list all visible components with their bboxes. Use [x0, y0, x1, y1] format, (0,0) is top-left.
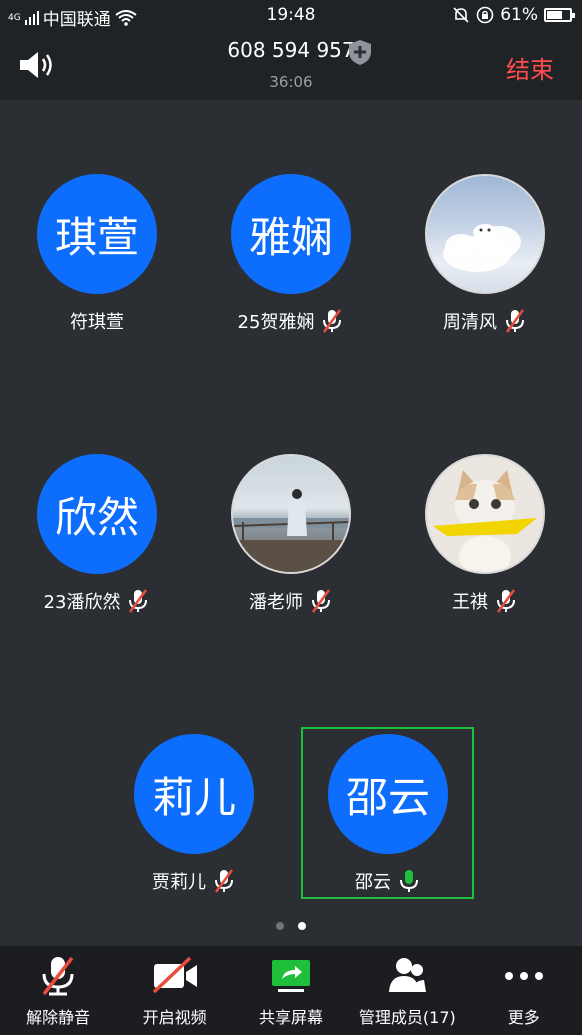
mic-muted-icon: [311, 589, 331, 613]
avatar-photo: [425, 174, 545, 294]
bottom-toolbar: 解除静音 开启视频 共享屏幕 管理成员(17) 更多: [0, 946, 582, 1035]
page-indicator[interactable]: [0, 922, 582, 930]
start-video-button[interactable]: 开启视频: [117, 946, 233, 1035]
video-off-icon: [152, 956, 197, 994]
participant-tile[interactable]: 莉儿 贾莉儿: [107, 734, 281, 894]
person-by-sea-image: [233, 489, 349, 572]
unmute-label: 解除静音: [26, 1008, 91, 1027]
avatar-photo: [231, 454, 351, 574]
avatar-photo: [425, 454, 545, 574]
page-dot[interactable]: [276, 922, 284, 930]
bell-muted-icon: [453, 7, 469, 23]
share-screen-button[interactable]: 共享屏幕: [233, 946, 349, 1035]
mic-muted-icon: [323, 309, 342, 333]
share-screen-icon: [271, 960, 310, 992]
participant-name: 邵云: [355, 872, 391, 893]
mic-muted-icon: [214, 869, 234, 893]
shield-icon[interactable]: [346, 38, 374, 66]
start-video-label: 开启视频: [142, 1008, 207, 1027]
manage-members-label: 管理成员(17): [358, 1008, 456, 1027]
meeting-header: 608 594 957 36:06 结束: [0, 30, 582, 100]
avatar: 琪萱: [37, 174, 157, 294]
participant-name: 25贺雅娴: [237, 312, 315, 333]
participant-tile-active[interactable]: 邵云 邵云: [301, 734, 475, 894]
meeting-id[interactable]: 608 594 957: [0, 38, 582, 62]
mic-active-icon: [400, 870, 418, 892]
cat-image: [433, 470, 537, 572]
more-icon: [504, 972, 543, 980]
more-label: 更多: [507, 1008, 540, 1027]
participant-tile[interactable]: 琪萱 符琪萱: [10, 174, 184, 334]
participant-name: 王祺: [452, 592, 488, 613]
members-icon: [389, 958, 427, 992]
mic-muted-icon: [42, 956, 74, 996]
participant-name: 23潘欣然: [43, 592, 121, 613]
participant-name: 潘老师: [249, 592, 303, 613]
participant-name: 符琪萱: [70, 312, 124, 333]
page-dot-active[interactable]: [298, 922, 306, 930]
avatar: 欣然: [37, 454, 157, 574]
meeting-duration: 36:06: [269, 73, 313, 91]
rotation-lock-icon: [476, 6, 494, 24]
mic-muted-icon: [505, 309, 525, 333]
battery-icon: [544, 8, 575, 22]
manage-members-button[interactable]: 管理成员(17): [349, 946, 465, 1035]
avatar: 雅娴: [231, 174, 351, 294]
participant-tile[interactable]: 王祺: [398, 454, 572, 614]
avatar: 邵云: [328, 734, 448, 854]
participant-tile[interactable]: 周清风: [398, 174, 572, 334]
more-button[interactable]: 更多: [466, 946, 582, 1035]
participant-name: 贾莉儿: [152, 872, 206, 893]
cloud-image: [443, 224, 521, 272]
participant-tile[interactable]: 雅娴 25贺雅娴: [204, 174, 378, 334]
avatar: 莉儿: [134, 734, 254, 854]
share-screen-label: 共享屏幕: [258, 1008, 323, 1027]
participant-tile[interactable]: 潘老师: [204, 454, 378, 614]
unmute-button[interactable]: 解除静音: [0, 946, 116, 1035]
battery-percent: 61%: [500, 5, 538, 25]
mic-muted-icon: [129, 589, 148, 613]
mic-muted-icon: [496, 589, 516, 613]
status-bar: 4G 中国联通 19:48 61%: [0, 0, 582, 30]
end-meeting-button[interactable]: 结束: [506, 50, 554, 85]
participant-name: 周清风: [443, 312, 497, 333]
participant-tile[interactable]: 欣然 23潘欣然: [10, 454, 184, 614]
